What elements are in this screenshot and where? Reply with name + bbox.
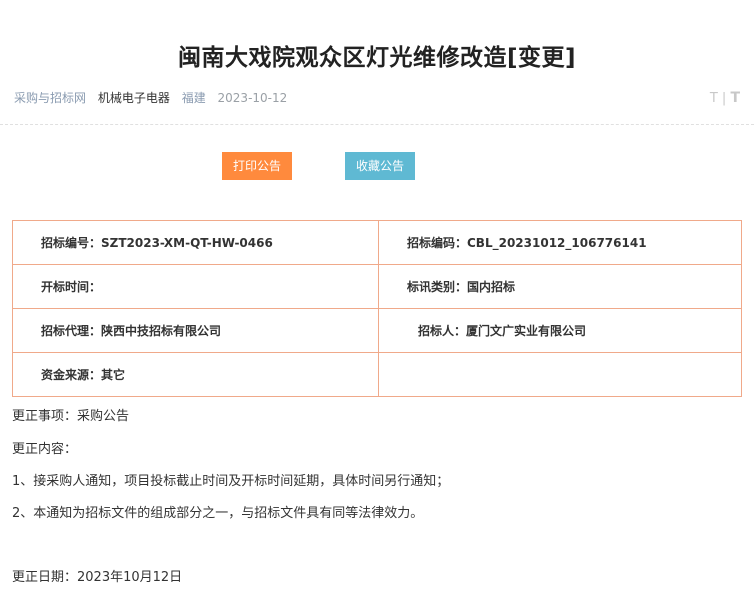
correction-item-1: 1、接采购人通知，项目投标截止时间及开标时间延期，具体时间另行通知；: [12, 474, 450, 489]
bid-code-cell: 招标编码：CBL_20231012_106776141: [378, 220, 742, 265]
bid-type-cell: 标讯类别：国内招标: [378, 264, 742, 309]
table-row: 招标编号：SZT2023-XM-QT-HW-0466 招标编码：CBL_2023…: [12, 220, 742, 265]
dashed-divider: [0, 124, 754, 125]
meta-row: 采购与招标网 机械电子电器 福建 2023-10-12: [14, 90, 295, 106]
correction-item-2: 2、本通知为招标文件的组成部分之一，与招标文件具有同等法律效力。: [12, 506, 424, 521]
empty-cell: [378, 352, 742, 397]
fund-source-cell: 资金来源：其它: [12, 352, 379, 397]
font-small-button[interactable]: T: [710, 91, 718, 106]
agent-cell: 招标代理：陕西中技招标有限公司: [12, 308, 379, 353]
category-label: 机械电子电器: [97, 91, 170, 105]
correction-content-label: 更正内容：: [12, 442, 78, 457]
tenderer-cell: 招标人：厦门文广实业有限公司: [378, 308, 742, 353]
print-button[interactable]: 打印公告: [222, 152, 292, 180]
font-size-tool: T | T: [710, 90, 740, 107]
open-time-cell: 开标时间：: [12, 264, 379, 309]
font-large-button[interactable]: T: [730, 90, 740, 106]
bid-number-cell: 招标编号：SZT2023-XM-QT-HW-0466: [12, 220, 379, 265]
info-table: 招标编号：SZT2023-XM-QT-HW-0466 招标编码：CBL_2023…: [12, 220, 742, 397]
correction-matter: 更正事项：采购公告: [12, 409, 130, 424]
table-row: 开标时间： 标讯类别：国内招标: [12, 264, 742, 309]
table-row: 招标代理：陕西中技招标有限公司 招标人：厦门文广实业有限公司: [12, 308, 742, 353]
region-link[interactable]: 福建: [182, 91, 206, 105]
page-title: 闽南大戏院观众区灯光维修改造[变更]: [177, 45, 577, 71]
font-separator: |: [721, 91, 727, 106]
table-row: 资金来源：其它: [12, 352, 742, 397]
correction-date: 更正日期：2023年10月12日: [12, 570, 183, 585]
publish-date: 2023-10-12: [217, 91, 288, 105]
favorite-button[interactable]: 收藏公告: [345, 152, 415, 180]
site-link[interactable]: 采购与招标网: [14, 91, 86, 105]
